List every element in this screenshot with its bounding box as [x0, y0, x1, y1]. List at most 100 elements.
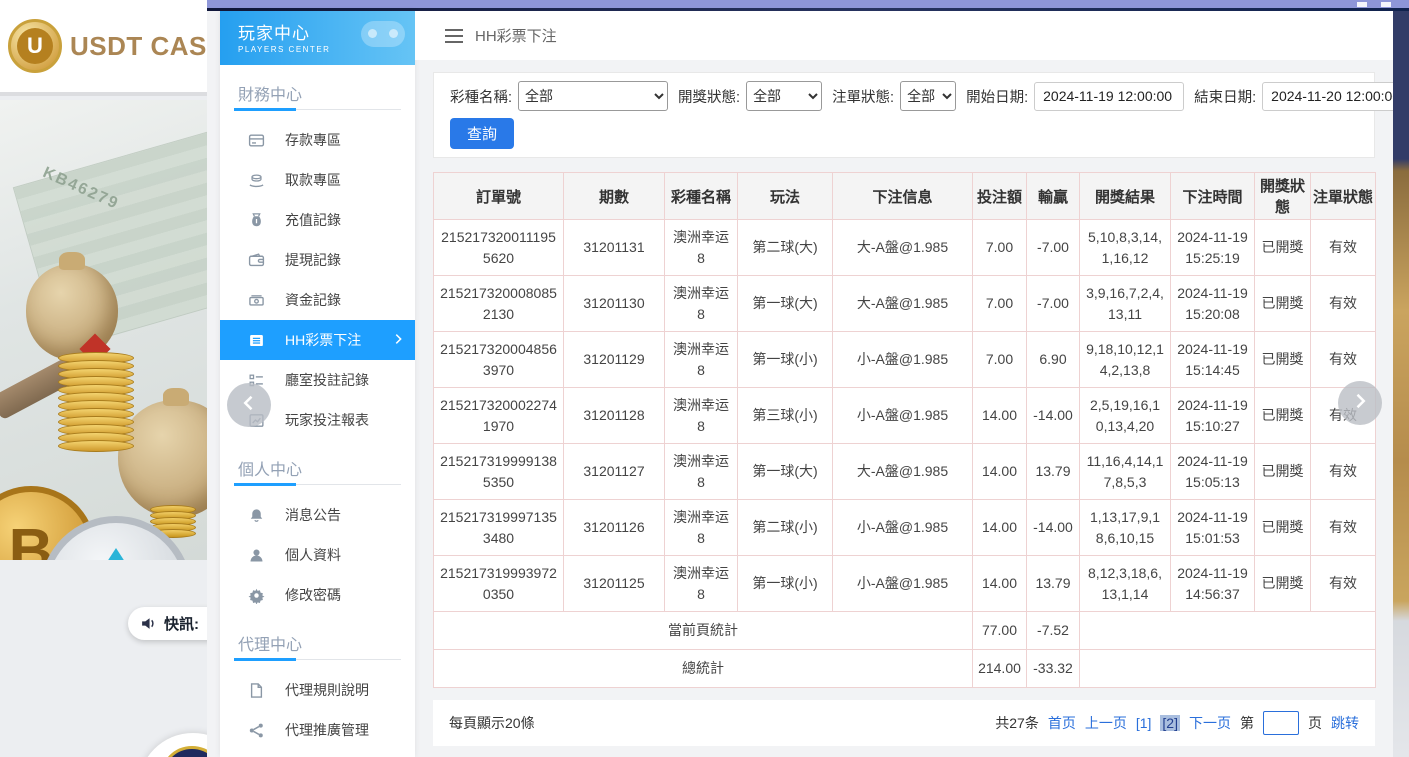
table-cell: 3,9,16,7,2,4,13,11	[1080, 276, 1171, 332]
page-summary-row: 當前頁統計77.00-7.52	[434, 612, 1376, 650]
table-cell: 2152173199939720350	[434, 556, 564, 612]
table-cell: 11,16,4,14,17,8,5,3	[1080, 444, 1171, 500]
table-row: 215217319997135348031201126澳洲幸运8第二球(小)小-…	[434, 500, 1376, 556]
withdraw-hand-icon	[248, 172, 265, 189]
chevron-left-icon	[239, 393, 259, 418]
table-cell: 有效	[1311, 276, 1376, 332]
topbar: HH彩票下注	[415, 11, 1393, 60]
table-cell: 5,10,8,3,14,1,16,12	[1080, 220, 1171, 276]
lottery-name-label: 彩種名稱:	[450, 86, 512, 107]
table-cell: 2024-11-19 14:56:37	[1171, 556, 1255, 612]
start-date-input[interactable]	[1034, 82, 1184, 111]
table-cell: -7.00	[1027, 276, 1080, 332]
page-link[interactable]: 下一页	[1189, 713, 1231, 733]
table-cell: 第一球(大)	[738, 444, 833, 500]
table-cell: 31201129	[564, 332, 665, 388]
sidebar-item-announcements[interactable]: 消息公告	[220, 495, 415, 535]
table-cell: 大-A盤@1.985	[833, 276, 973, 332]
lottery-list-icon	[248, 332, 265, 349]
share-icon	[248, 722, 265, 739]
deposit-card-icon	[248, 132, 265, 149]
table-cell: 第三球(小)	[738, 388, 833, 444]
background-photo-edge	[1393, 11, 1409, 757]
table-cell: 2152173200048563970	[434, 332, 564, 388]
jump-button[interactable]: 跳转	[1331, 713, 1359, 733]
page-link[interactable]: 首页	[1048, 713, 1076, 733]
jump-label-after: 页	[1308, 713, 1322, 733]
column-header: 開獎結果	[1080, 173, 1171, 220]
sidebar-item-label: 充值記錄	[285, 210, 341, 230]
summary-empty	[1080, 612, 1376, 650]
table-cell: 已開獎	[1255, 220, 1311, 276]
sidebar-collapse-button[interactable]	[227, 383, 271, 427]
end-date-input[interactable]	[1262, 82, 1409, 111]
table-cell: 2024-11-19 15:14:45	[1171, 332, 1255, 388]
page-link[interactable]: 上一页	[1085, 713, 1127, 733]
main-content: HH彩票下注 彩種名稱: 全部 開獎狀態: 全部 注單狀態: 全部 開始日期: …	[415, 11, 1393, 757]
column-header: 訂單號	[434, 173, 564, 220]
table-cell: 2024-11-19 15:25:19	[1171, 220, 1255, 276]
ethereum-logo	[90, 548, 142, 561]
promo-photo: KB46279 B ETHEREUM	[0, 100, 207, 560]
table-cell: 31201128	[564, 388, 665, 444]
app-root: 玩家中心 PLAYERS CENTER 財務中心存款專區取款專區充值記錄提現記錄…	[207, 11, 1409, 757]
table-cell: 已開獎	[1255, 276, 1311, 332]
sidebar-item-change-password[interactable]: 修改密碼	[220, 575, 415, 615]
table-cell: 第一球(小)	[738, 332, 833, 388]
section-divider	[234, 484, 401, 485]
sidebar-item-withdrawal-records[interactable]: 提現記錄	[220, 240, 415, 280]
table-cell: 13.79	[1027, 444, 1080, 500]
browser-top-strip	[207, 0, 1409, 8]
column-header: 彩種名稱	[665, 173, 738, 220]
lottery-name-select[interactable]: 全部	[518, 81, 668, 111]
draw-status-label: 開獎狀態:	[678, 86, 740, 107]
sidebar-item-profile[interactable]: 個人資料	[220, 535, 415, 575]
filter-panel: 彩種名稱: 全部 開獎狀態: 全部 注單狀態: 全部 開始日期: 結束日期: 查…	[433, 72, 1375, 158]
table-cell: 澳洲幸运8	[665, 276, 738, 332]
table-row: 215217320011195562031201131澳洲幸运8第二球(大)大-…	[434, 220, 1376, 276]
summary-win-loss: -33.32	[1027, 650, 1080, 688]
page-current: [2]	[1160, 715, 1180, 731]
menu-toggle-icon[interactable]	[445, 29, 463, 43]
draw-status-select[interactable]: 全部	[746, 81, 822, 111]
sidebar-item-label: 代理推廣管理	[285, 720, 369, 740]
sidebar-item-hh-lottery-bets[interactable]: HH彩票下注	[220, 320, 415, 360]
sidebar-item-recharge-records[interactable]: 充值記錄	[220, 200, 415, 240]
pagination-bar: 每頁顯示20條 共27条 首页上一页[1][2]下一页第页跳转	[433, 700, 1375, 746]
jump-page-input[interactable]	[1263, 711, 1299, 735]
sidebar-item-agent-promotion[interactable]: 代理推廣管理	[220, 710, 415, 750]
sidebar-item-funds-records[interactable]: 資金記錄	[220, 280, 415, 320]
sidebar-item-label: 代理規則說明	[285, 680, 369, 700]
table-cell: 31201126	[564, 500, 665, 556]
column-header: 下注信息	[833, 173, 973, 220]
table-cell: 14.00	[973, 556, 1027, 612]
jump-label-before: 第	[1240, 713, 1254, 733]
column-header: 玩法	[738, 173, 833, 220]
table-cell: 第二球(小)	[738, 500, 833, 556]
table-cell: 2152173199991385350	[434, 444, 564, 500]
user-icon	[248, 547, 265, 564]
table-cell: 大-A盤@1.985	[833, 444, 973, 500]
table-cell: 8,12,3,18,6,13,1,14	[1080, 556, 1171, 612]
column-header: 輸贏	[1027, 173, 1080, 220]
section-divider	[234, 659, 401, 660]
table-cell: 14.00	[973, 500, 1027, 556]
table-row: 215217319993972035031201125澳洲幸运8第一球(小)小-…	[434, 556, 1376, 612]
sidebar-item-agent-rules[interactable]: 代理規則說明	[220, 670, 415, 710]
table-cell: 2152173200022741970	[434, 388, 564, 444]
search-button[interactable]: 查詢	[450, 118, 514, 149]
panel-expand-button[interactable]	[1338, 381, 1382, 425]
sidebar-item-label: 存款專區	[285, 130, 341, 150]
page-link[interactable]: [1]	[1136, 715, 1152, 731]
summary-empty	[1080, 650, 1376, 688]
table-cell: 澳洲幸运8	[665, 220, 738, 276]
table-cell: 2152173200111955620	[434, 220, 564, 276]
sidebar-item-withdraw-zone[interactable]: 取款專區	[220, 160, 415, 200]
table-cell: 2024-11-19 15:05:13	[1171, 444, 1255, 500]
sidebar-item-deposit-zone[interactable]: 存款專區	[220, 120, 415, 160]
order-status-select[interactable]: 全部	[900, 81, 956, 111]
sidebar-item-label: HH彩票下注	[285, 330, 361, 350]
table-cell: -14.00	[1027, 500, 1080, 556]
table-row: 215217319999138535031201127澳洲幸运8第一球(大)大-…	[434, 444, 1376, 500]
section-title: 代理中心	[220, 615, 415, 651]
